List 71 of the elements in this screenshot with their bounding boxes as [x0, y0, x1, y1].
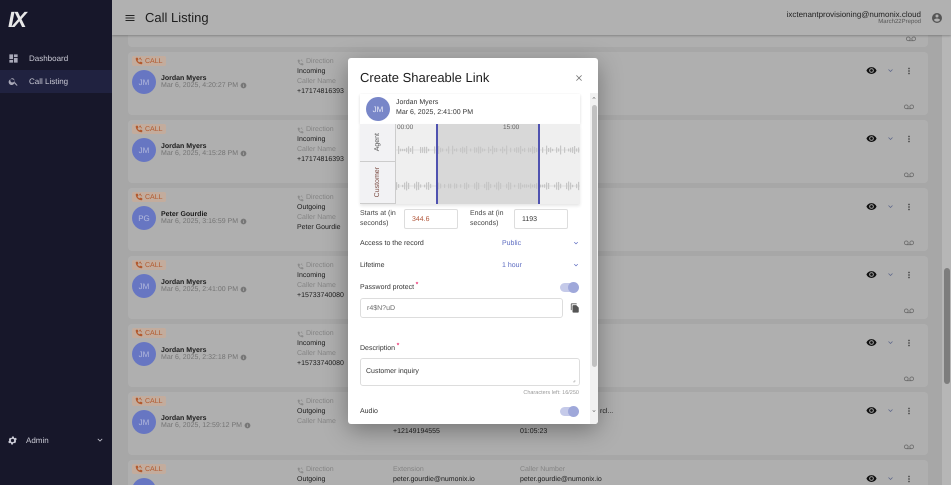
phone-icon: [135, 261, 143, 269]
page-title: Call Listing: [145, 10, 209, 25]
phone-icon: [297, 466, 304, 474]
phone-icon: [135, 397, 143, 405]
phone-icon: [135, 125, 143, 133]
eye-icon[interactable]: [866, 337, 877, 348]
phone-icon: [135, 193, 143, 201]
voicemail-icon: [904, 170, 914, 180]
scrollbar-thumb[interactable]: [944, 268, 950, 384]
close-icon[interactable]: [574, 72, 584, 82]
eye-icon[interactable]: [866, 201, 877, 212]
avatar: PG: [132, 206, 156, 230]
chevron-icon[interactable]: [886, 202, 895, 211]
chevron-icon[interactable]: [886, 270, 895, 279]
avatar: JM: [366, 97, 390, 121]
info-icon: [240, 82, 248, 89]
toggle-switch[interactable]: [560, 406, 578, 416]
info-icon: [240, 286, 248, 293]
phone-icon: [297, 58, 304, 66]
eye-icon[interactable]: [866, 133, 877, 144]
admin-menu[interactable]: Admin: [0, 429, 112, 451]
voicemail-icon: [904, 238, 914, 248]
chevron-icon[interactable]: [886, 134, 895, 143]
phone-icon: [297, 398, 304, 406]
chevron-icon[interactable]: [886, 474, 895, 483]
voicemail-icon: [904, 306, 914, 316]
sidebar-item[interactable]: Call Listing: [0, 70, 112, 93]
info-icon: [244, 422, 251, 429]
avatar: JM: [132, 342, 156, 366]
account-icon[interactable]: [931, 12, 943, 24]
chevron-icon[interactable]: [886, 406, 895, 415]
copy-icon[interactable]: [570, 303, 580, 313]
dialog-title: Create Shareable Link: [360, 70, 490, 85]
eye-icon[interactable]: [866, 269, 877, 280]
toggle-switch[interactable]: [560, 282, 578, 292]
phone-icon: [135, 329, 143, 337]
avatar: JM: [132, 70, 156, 94]
gear-icon: [7, 434, 18, 446]
phone-icon: [297, 126, 304, 134]
app-logo: IX: [7, 6, 28, 34]
waveform-drawing[interactable]: [396, 124, 580, 204]
phone-icon: [135, 57, 143, 65]
info-icon: [240, 354, 248, 361]
chevron-icon: [572, 239, 580, 247]
chevron-icon[interactable]: [886, 66, 895, 75]
phone-icon: [297, 330, 304, 338]
phone-icon: [297, 262, 304, 270]
phone-icon: [297, 194, 304, 202]
search-icon: [8, 76, 19, 87]
scroll-up-icon: [591, 95, 597, 101]
sidebar-item[interactable]: Dashboard: [0, 47, 112, 70]
info-icon: [240, 218, 248, 225]
scrollbar[interactable]: [942, 35, 951, 485]
chevron-icon: [572, 261, 580, 269]
chevron-icon[interactable]: [886, 338, 895, 347]
dashboard-icon: [8, 53, 19, 64]
eye-icon[interactable]: [866, 473, 877, 484]
voicemail-icon: [904, 374, 914, 384]
scroll-down-icon: [591, 408, 597, 414]
phone-icon: [135, 465, 143, 473]
avatar: JM: [132, 274, 156, 298]
voicemail-icon: [906, 35, 916, 44]
avatar: JM: [132, 138, 156, 162]
avatar: JM: [132, 410, 156, 434]
voicemail-icon: [904, 102, 914, 112]
user-email: ixctenantprovisioning@numonix.cloud: [786, 10, 921, 19]
scrollbar[interactable]: [590, 93, 598, 424]
eye-icon[interactable]: [866, 405, 877, 416]
info-icon: [240, 150, 248, 157]
voicemail-icon: [904, 442, 914, 452]
eye-icon[interactable]: [866, 65, 877, 76]
